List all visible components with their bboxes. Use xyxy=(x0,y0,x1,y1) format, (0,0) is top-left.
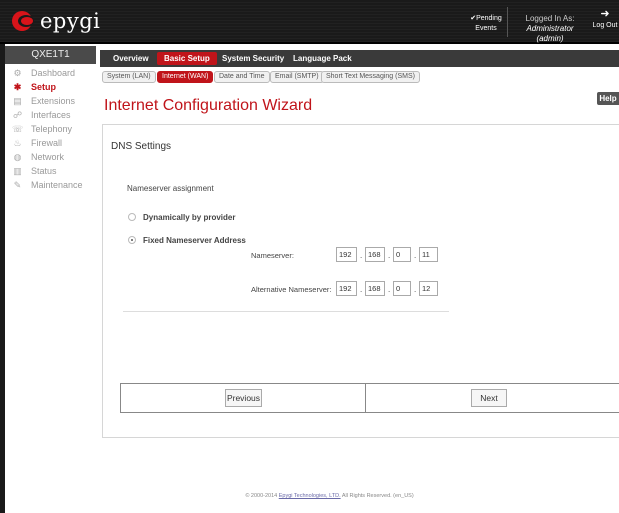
logo-mark-icon xyxy=(12,9,38,33)
ip-separator: . xyxy=(388,285,391,294)
radio-fixed-label[interactable]: Fixed Nameserver Address xyxy=(143,236,246,245)
sidebar-item-extensions[interactable]: ▤ Extensions xyxy=(5,94,96,108)
nameserver-assignment-label: Nameserver assignment xyxy=(127,184,214,193)
logo-text: epygi xyxy=(40,9,101,33)
sidebar-item-label: Extensions xyxy=(31,96,76,106)
previous-button[interactable]: Previous xyxy=(225,389,262,407)
dashboard-icon: ⚙ xyxy=(13,68,22,78)
alt-nameserver-octet-3[interactable]: 0 xyxy=(393,281,411,296)
wrench-icon: ✎ xyxy=(13,180,22,190)
nameserver-label: Nameserver: xyxy=(251,251,294,260)
top-header: epygi ✔Pending Events Logged In As: Admi… xyxy=(0,0,619,44)
sidebar-item-network[interactable]: ◍ Network xyxy=(5,150,96,164)
ip-separator: . xyxy=(414,285,417,294)
sidebar: QXE1T1 ⚙ Dashboard ✱ Setup ▤ Extensions ☍ In… xyxy=(5,44,96,513)
ip-separator: . xyxy=(360,285,363,294)
pending-events-label: ✔Pending xyxy=(470,15,502,22)
footer-company-link[interactable]: Epygi Technologies, LTD. xyxy=(279,493,341,499)
interfaces-icon: ☍ xyxy=(12,110,23,120)
logged-in-user: Administrator (admin) xyxy=(526,24,574,43)
footer-copyright: © 2000-2014 xyxy=(245,493,278,499)
tab-basic-setup[interactable]: Basic Setup xyxy=(157,52,217,65)
sidebar-item-label: Network xyxy=(31,152,65,162)
tab-language-pack[interactable]: Language Pack xyxy=(286,52,359,65)
footer: © 2000-2014 Epygi Technologies, LTD. All… xyxy=(0,493,619,499)
alt-nameserver-octet-1[interactable]: 192 xyxy=(336,281,357,296)
sidebar-item-label: Maintenance xyxy=(31,180,83,190)
logout-button[interactable]: ➜ Log Out xyxy=(591,0,619,44)
alt-nameserver-label: Alternative Nameserver: xyxy=(251,285,332,294)
pending-events-button[interactable]: ✔Pending Events xyxy=(468,0,504,44)
footer-rights: All Rights Reserved. (en_US) xyxy=(341,493,414,499)
page-title: Internet Configuration Wizard xyxy=(104,97,313,114)
sidebar-item-label: Interfaces xyxy=(31,110,71,120)
help-button[interactable]: Help xyxy=(597,92,619,105)
alt-nameserver-octet-2[interactable]: 168 xyxy=(365,281,385,296)
sidebar-item-telephony[interactable]: ☏ Telephony xyxy=(5,122,96,136)
alt-nameserver-octet-4[interactable]: 12 xyxy=(419,281,438,296)
sidebar-item-maintenance[interactable]: ✎ Maintenance xyxy=(5,178,96,192)
tab-system-security[interactable]: System Security xyxy=(215,52,291,65)
sidebar-item-dashboard[interactable]: ⚙ Dashboard xyxy=(5,66,96,80)
subtab-internet-wan[interactable]: Internet (WAN) xyxy=(157,71,214,83)
sidebar-item-label: Setup xyxy=(31,82,57,92)
logout-icon: ➜ xyxy=(600,8,610,20)
tab-overview[interactable]: Overview xyxy=(106,52,156,65)
sidebar-item-label: Telephony xyxy=(31,124,73,134)
section-title: DNS Settings xyxy=(111,141,172,152)
gear-icon: ✱ xyxy=(13,82,22,92)
nameserver-octet-2[interactable]: 168 xyxy=(365,247,385,262)
globe-icon: ◍ xyxy=(13,152,22,162)
logged-in-info: Logged In As: Administrator (admin) xyxy=(512,0,588,44)
wizard-navigation: Previous Next xyxy=(120,383,619,413)
wizard-panel: DNS Settings Nameserver assignment Dynam… xyxy=(102,124,619,438)
logged-in-label: Logged In As: xyxy=(525,14,575,23)
sidebar-item-interfaces[interactable]: ☍ Interfaces xyxy=(5,108,96,122)
logout-label: Log Out xyxy=(592,22,618,29)
phone-icon: ☏ xyxy=(12,124,24,134)
sidebar-item-setup[interactable]: ✱ Setup xyxy=(5,80,96,94)
extensions-icon: ▤ xyxy=(13,96,22,106)
sidebar-item-label: Status xyxy=(31,166,57,176)
sidebar-nav: ⚙ Dashboard ✱ Setup ▤ Extensions ☍ Interface… xyxy=(5,66,96,192)
sidebar-item-label: Firewall xyxy=(31,138,63,148)
subtab-email-smtp[interactable]: Email (SMTP) xyxy=(270,71,324,83)
dns-settings-form: Nameserver assignment Dynamically by pro… xyxy=(123,167,449,312)
chart-icon: ▥ xyxy=(13,166,22,176)
ip-separator: . xyxy=(414,251,417,260)
subtab-sms[interactable]: Short Text Messaging (SMS) xyxy=(321,71,420,83)
ip-separator: . xyxy=(388,251,391,260)
header-divider xyxy=(507,7,508,37)
nameserver-octet-4[interactable]: 11 xyxy=(419,247,438,262)
radio-fixed[interactable] xyxy=(128,236,136,244)
device-name: QXE1T1 xyxy=(5,46,96,64)
sidebar-item-label: Dashboard xyxy=(31,68,76,78)
pending-events-sublabel: Events xyxy=(475,25,497,32)
epygi-logo[interactable]: epygi xyxy=(12,9,100,33)
radio-dynamic-label[interactable]: Dynamically by provider xyxy=(143,213,235,222)
navigation-divider xyxy=(365,384,366,412)
sidebar-item-status[interactable]: ▥ Status xyxy=(5,164,96,178)
subtab-date-time[interactable]: Date and Time xyxy=(214,71,270,83)
sidebar-item-firewall[interactable]: ♨ Firewall xyxy=(5,136,96,150)
subtab-system-lan[interactable]: System (LAN) xyxy=(102,71,156,83)
radio-dynamic[interactable] xyxy=(128,213,136,221)
nameserver-octet-3[interactable]: 0 xyxy=(393,247,411,262)
fire-icon: ♨ xyxy=(13,138,22,148)
nameserver-octet-1[interactable]: 192 xyxy=(336,247,357,262)
main-tabs: Overview Basic Setup System Security Lan… xyxy=(100,50,619,67)
ip-separator: . xyxy=(360,251,363,260)
next-button[interactable]: Next xyxy=(471,389,507,407)
